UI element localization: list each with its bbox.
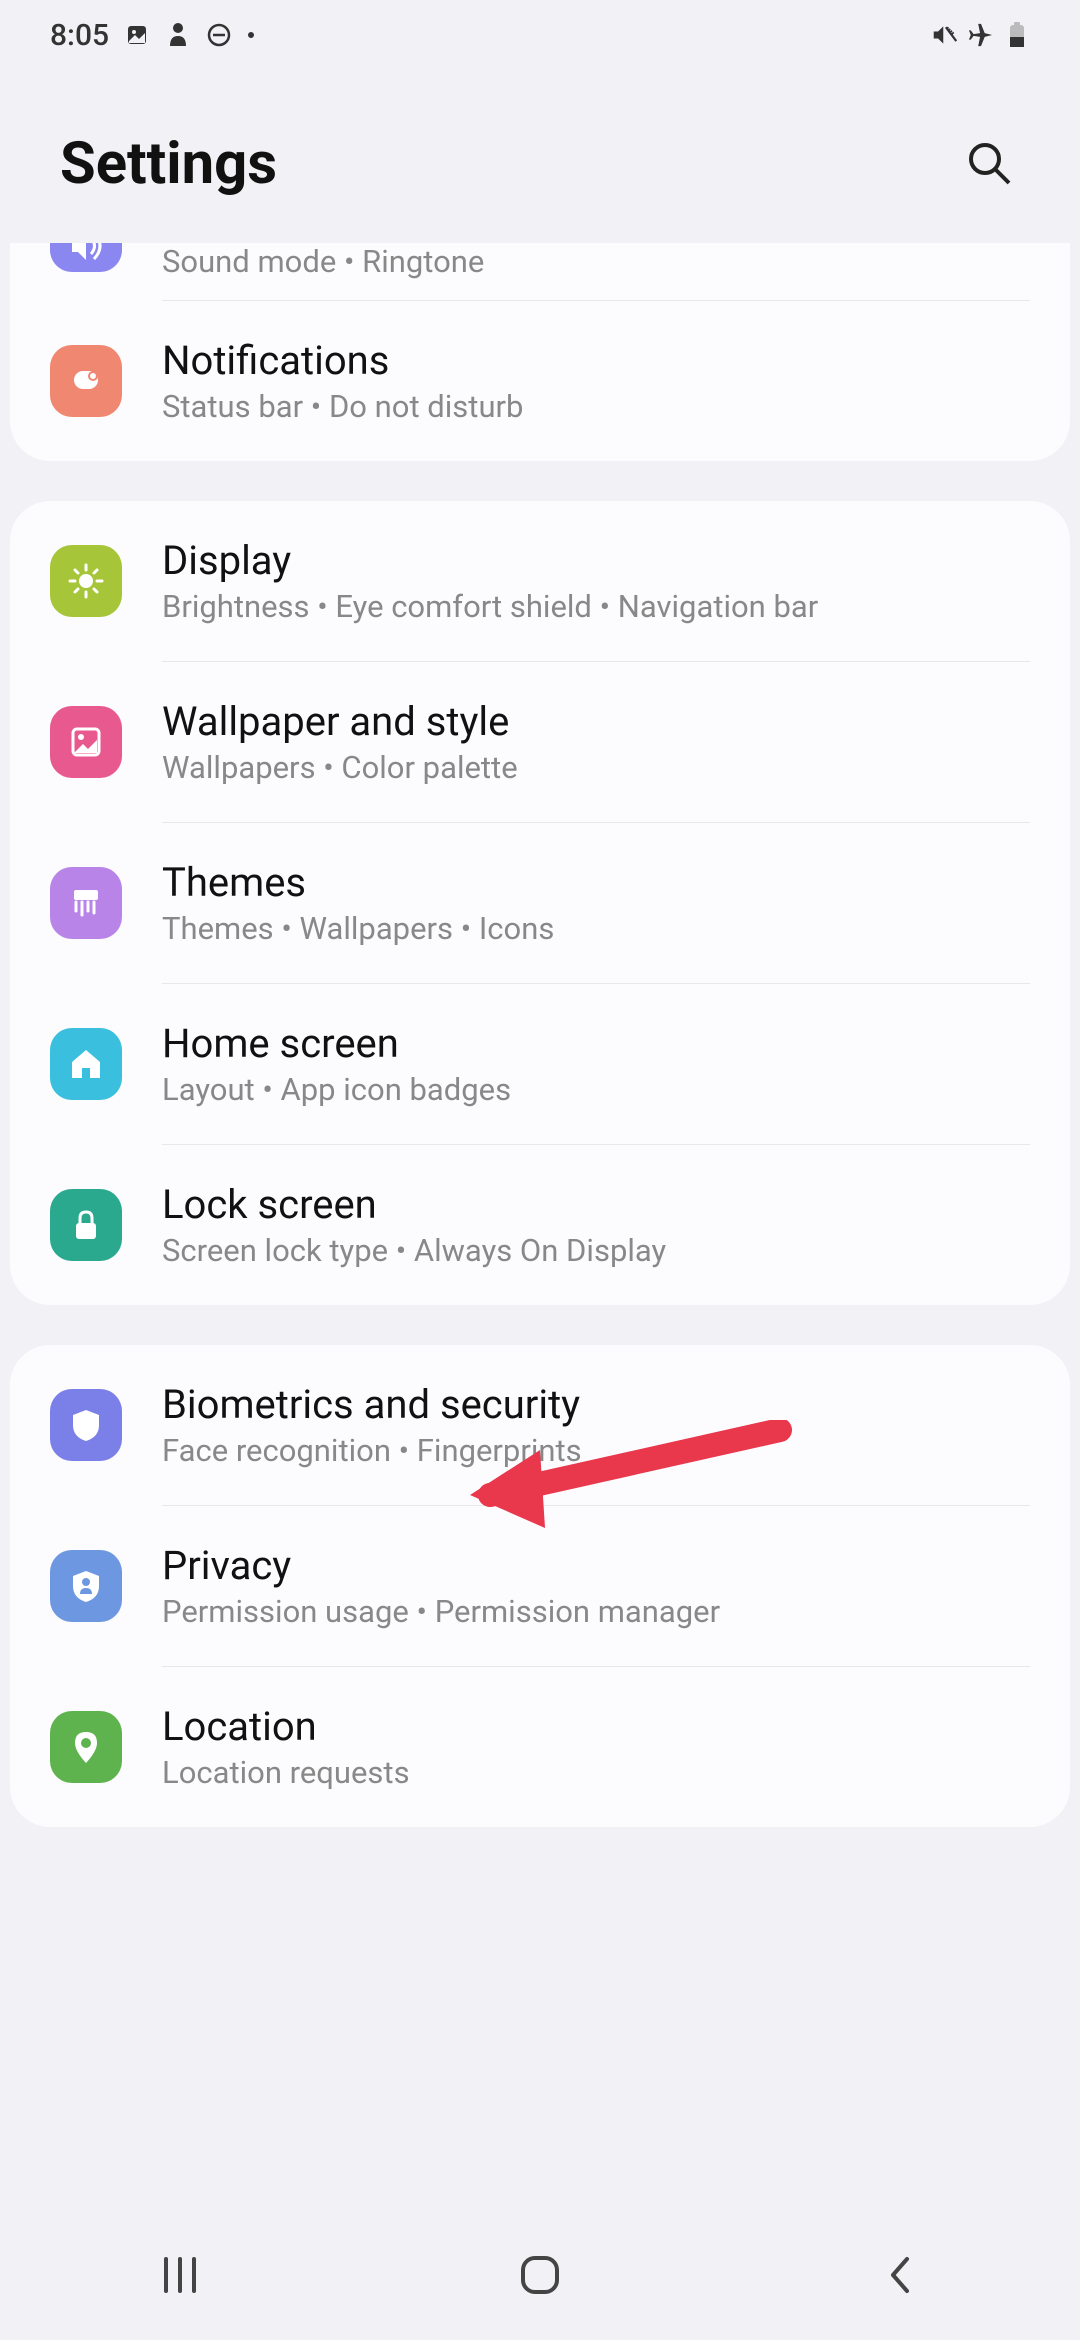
status-time: 8:05 <box>50 18 109 53</box>
nav-home-button[interactable] <box>440 2245 640 2305</box>
mute-icon <box>932 22 958 48</box>
row-title: Display <box>162 537 1030 584</box>
settings-row-biometrics[interactable]: Biometrics and security Face recognition … <box>10 1345 1070 1505</box>
row-subtitle: Permission usage • Permission manager <box>162 1593 1030 1630</box>
status-right <box>932 22 1030 48</box>
person-icon <box>165 22 191 48</box>
speaker-icon <box>50 243 122 272</box>
row-title: Privacy <box>162 1542 1030 1589</box>
dot-icon <box>247 22 255 48</box>
settings-group: Display Brightness • Eye comfort shield •… <box>10 501 1070 1305</box>
row-subtitle: Face recognition • Fingerprints <box>162 1432 1030 1469</box>
row-text: Display Brightness • Eye comfort shield •… <box>162 537 1030 625</box>
row-subtitle: Screen lock type • Always On Display <box>162 1232 1030 1269</box>
sun-icon <box>50 545 122 617</box>
row-title: Notifications <box>162 337 1030 384</box>
header: Settings <box>0 70 1080 248</box>
row-title: Home screen <box>162 1020 1030 1067</box>
home-icon <box>50 1028 122 1100</box>
settings-group: Biometrics and security Face recognition … <box>10 1345 1070 1827</box>
row-text: Sounds and vibrationSound mode • Rington… <box>162 243 1030 280</box>
row-text: Home screen Layout • App icon badges <box>162 1020 1030 1108</box>
settings-row-notifications[interactable]: Notifications Status bar • Do not disturb <box>10 301 1070 461</box>
search-icon <box>965 139 1015 189</box>
image-icon <box>124 22 150 48</box>
settings-row-themes[interactable]: Themes Themes • Wallpapers • Icons <box>10 823 1070 983</box>
location-icon <box>50 1711 122 1783</box>
settings-row-display[interactable]: Display Brightness • Eye comfort shield •… <box>10 501 1070 661</box>
dnd-icon <box>206 22 232 48</box>
bell-icon <box>50 345 122 417</box>
airplane-icon <box>968 22 994 48</box>
settings-list[interactable]: Sounds and vibrationSound mode • Rington… <box>0 243 1080 1827</box>
settings-row-location[interactable]: Location Location requests <box>10 1667 1070 1827</box>
row-text: Biometrics and security Face recognition … <box>162 1381 1030 1469</box>
home-nav-icon <box>517 2252 563 2298</box>
settings-group: Sounds and vibrationSound mode • Rington… <box>10 243 1070 461</box>
status-left: 8:05 <box>50 18 255 53</box>
settings-row-wallpaper[interactable]: Wallpaper and style Wallpapers • Color pa… <box>10 662 1070 822</box>
settings-row-sounds[interactable]: Sounds and vibrationSound mode • Rington… <box>10 243 1070 300</box>
privacy-shield-icon <box>50 1550 122 1622</box>
row-title: Location <box>162 1703 1030 1750</box>
settings-row-homescreen[interactable]: Home screen Layout • App icon badges <box>10 984 1070 1144</box>
row-subtitle: Brightness • Eye comfort shield • Naviga… <box>162 588 1030 625</box>
row-text: Themes Themes • Wallpapers • Icons <box>162 859 1030 947</box>
brush-icon <box>50 867 122 939</box>
nav-back-button[interactable] <box>800 2245 1000 2305</box>
settings-row-lockscreen[interactable]: Lock screen Screen lock type • Always On … <box>10 1145 1070 1305</box>
lock-icon <box>50 1189 122 1261</box>
row-subtitle: Wallpapers • Color palette <box>162 749 1030 786</box>
back-icon <box>885 2253 915 2297</box>
recents-icon <box>158 2255 202 2295</box>
settings-row-privacy[interactable]: Privacy Permission usage • Permission man… <box>10 1506 1070 1666</box>
page-title: Settings <box>60 130 277 198</box>
row-text: Wallpaper and style Wallpapers • Color pa… <box>162 698 1030 786</box>
row-title: Themes <box>162 859 1030 906</box>
nav-recents-button[interactable] <box>80 2245 280 2305</box>
row-text: Lock screen Screen lock type • Always On … <box>162 1181 1030 1269</box>
row-subtitle: Status bar • Do not disturb <box>162 388 1030 425</box>
battery-icon <box>1004 22 1030 48</box>
row-title: Wallpaper and style <box>162 698 1030 745</box>
row-text: Notifications Status bar • Do not disturb <box>162 337 1030 425</box>
row-subtitle: Layout • App icon badges <box>162 1071 1030 1108</box>
picture-icon <box>50 706 122 778</box>
row-subtitle: Location requests <box>162 1754 1030 1791</box>
shield-icon <box>50 1389 122 1461</box>
row-text: Privacy Permission usage • Permission man… <box>162 1542 1030 1630</box>
search-button[interactable] <box>960 134 1020 194</box>
status-bar: 8:05 <box>0 0 1080 70</box>
row-title: Biometrics and security <box>162 1381 1030 1428</box>
row-text: Location Location requests <box>162 1703 1030 1791</box>
navigation-bar <box>0 2210 1080 2340</box>
row-subtitle: Sound mode • Ringtone <box>162 243 1030 280</box>
row-title: Lock screen <box>162 1181 1030 1228</box>
row-subtitle: Themes • Wallpapers • Icons <box>162 910 1030 947</box>
